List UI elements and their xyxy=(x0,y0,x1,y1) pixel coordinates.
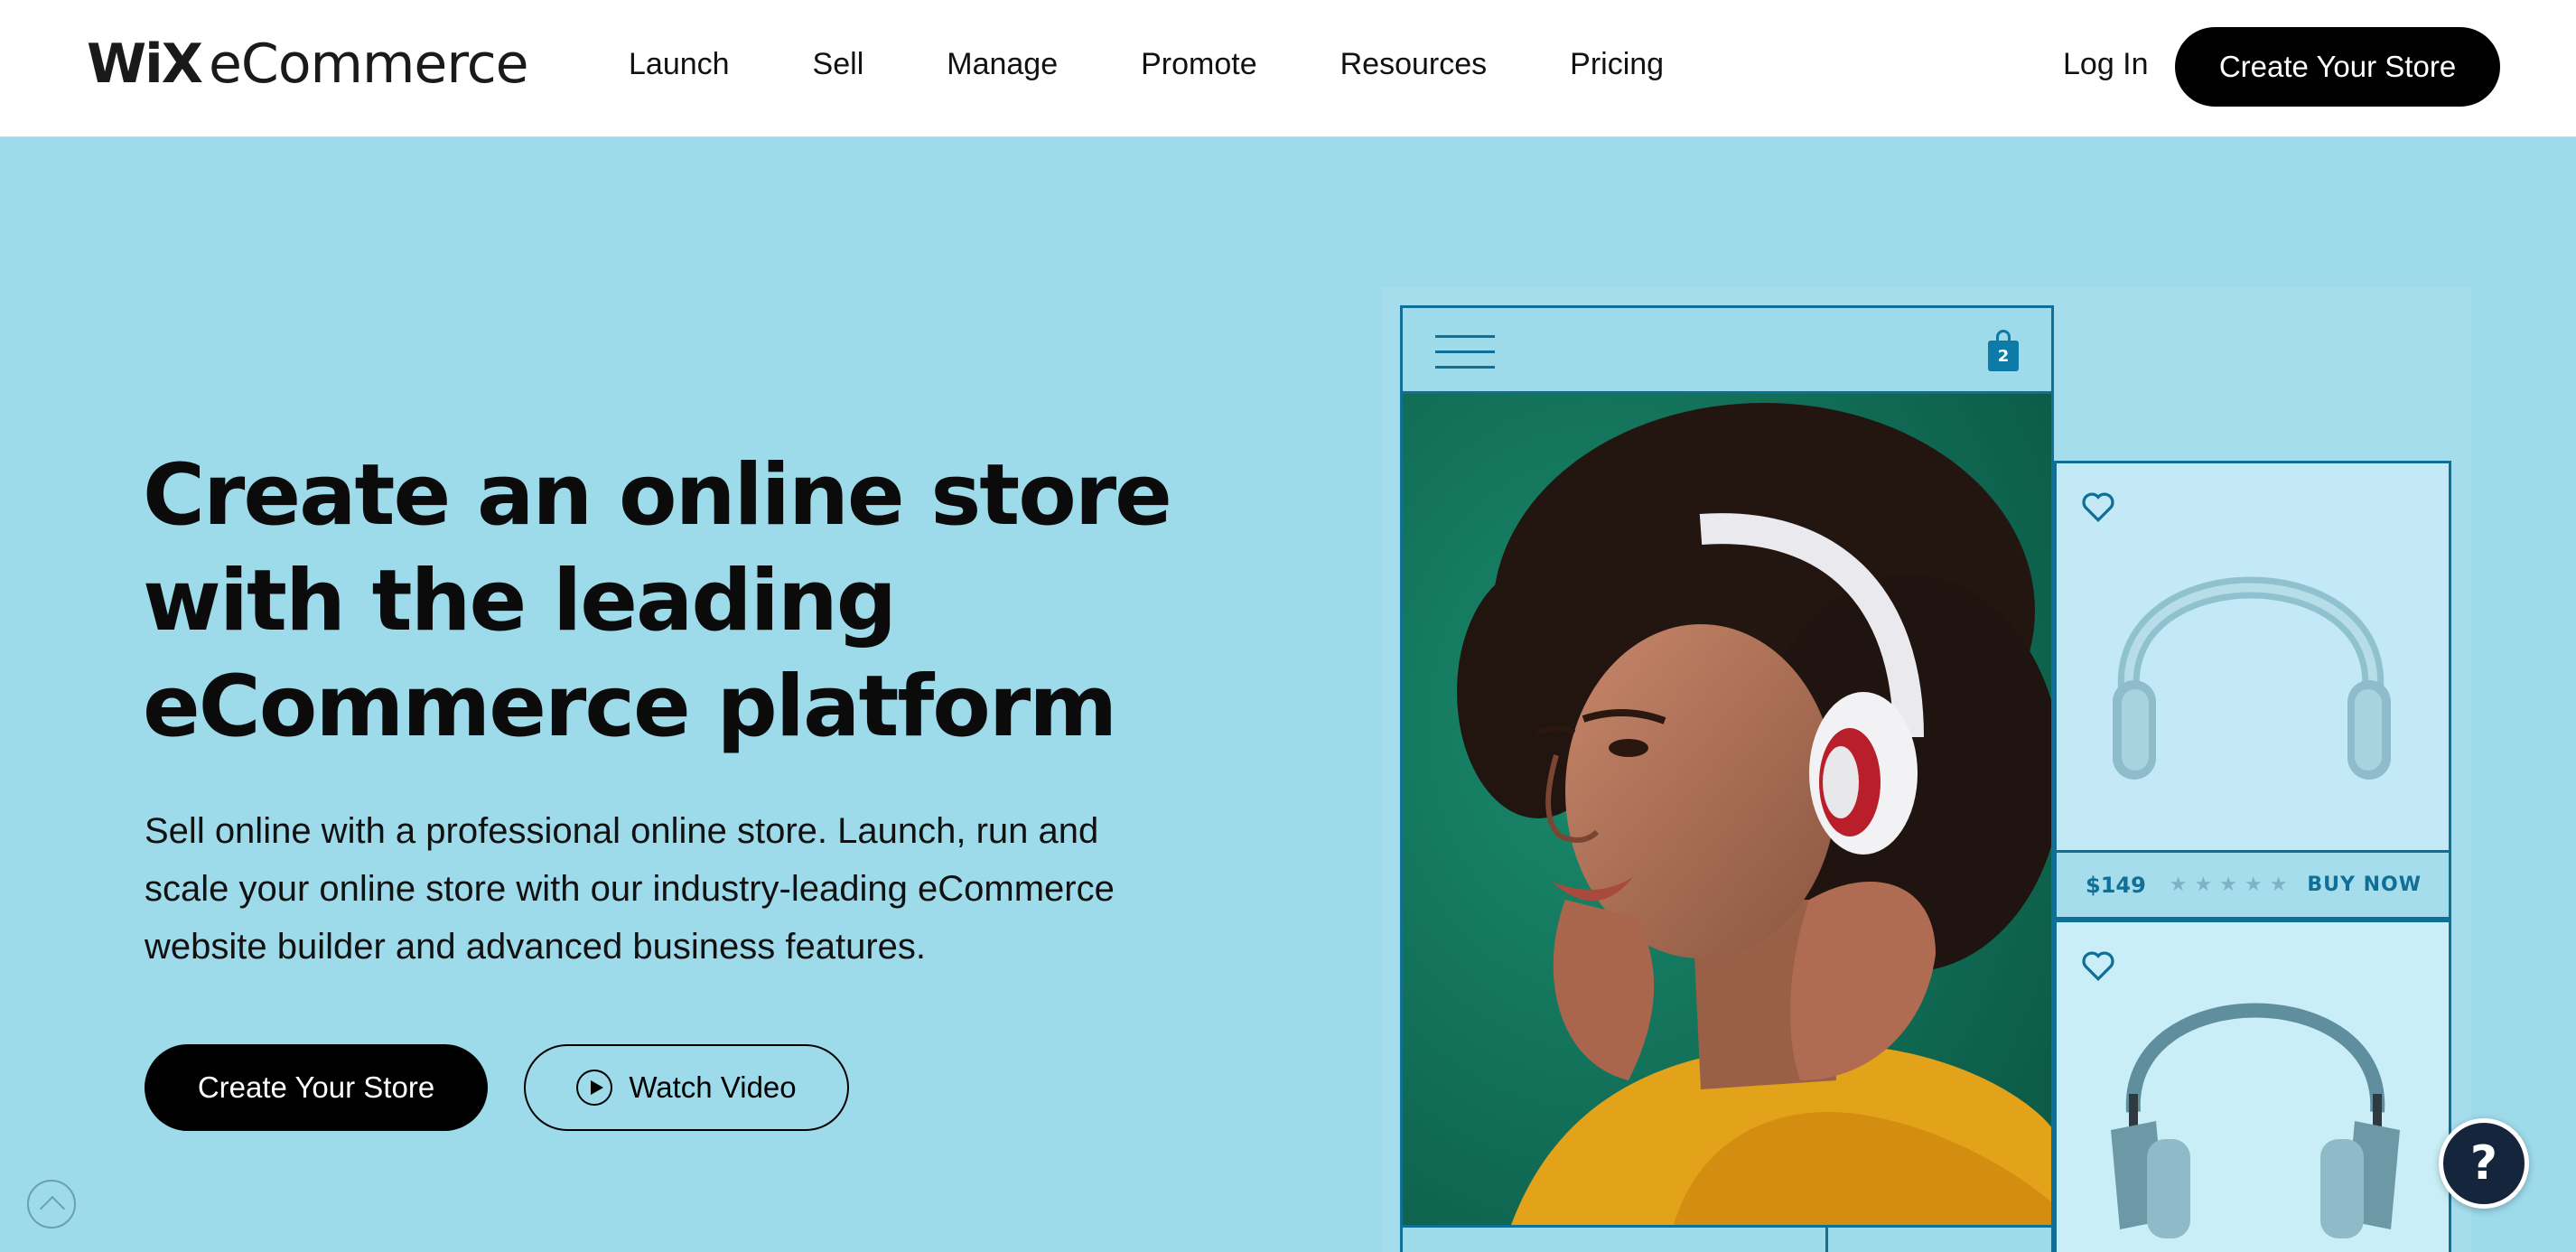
logo-product-text: eCommerce xyxy=(209,33,529,96)
product-price-row: $149 ★★★★★ BUY NOW xyxy=(2054,853,2451,920)
product-price: $149 xyxy=(2086,872,2146,898)
product-card[interactable] xyxy=(2054,461,2451,853)
nav-resources[interactable]: Resources xyxy=(1340,47,1488,82)
hero-title-line: eCommerce platform xyxy=(143,658,1117,756)
heart-icon[interactable] xyxy=(2080,491,2116,523)
site-header: WiX eCommerce Launch Sell Manage Promote… xyxy=(0,0,2576,137)
woman-with-headphones-image xyxy=(1400,394,2054,1225)
nav-promote[interactable]: Promote xyxy=(1141,47,1257,82)
hero-subtitle-line: scale your online store with our industr… xyxy=(145,869,1115,909)
hero-title: Create an online store with the leading … xyxy=(143,443,1317,760)
buy-now-button[interactable]: BUY NOW xyxy=(2307,874,2422,896)
hero-subtitle-line: website builder and advanced business fe… xyxy=(145,927,926,967)
scroll-to-top-icon[interactable] xyxy=(27,1180,76,1229)
mockup-store-header: 2 xyxy=(1400,305,2054,394)
hero-subtitle: Sell online with a professional online s… xyxy=(145,802,1228,976)
help-button[interactable]: ? xyxy=(2439,1118,2529,1209)
header-create-store-button[interactable]: Create Your Store xyxy=(2175,27,2500,107)
main-nav: Launch Sell Manage Promote Resources Pri… xyxy=(629,47,1747,82)
cart-count-badge: 2 xyxy=(1988,341,2019,371)
nav-sell[interactable]: Sell xyxy=(813,47,864,82)
shopping-bag-icon: 2 xyxy=(1988,330,2019,371)
hero-title-line: with the leading xyxy=(143,552,897,650)
product-card[interactable] xyxy=(2054,920,2451,1252)
star-rating-icon: ★★★★★ xyxy=(2169,874,2295,896)
wix-ecommerce-logo[interactable]: WiX eCommerce xyxy=(87,33,529,96)
nav-launch[interactable]: Launch xyxy=(629,47,730,82)
play-icon xyxy=(576,1070,613,1106)
heart-icon[interactable] xyxy=(2080,949,2116,982)
logo-wix-text: WiX xyxy=(87,33,203,96)
watch-video-label: Watch Video xyxy=(629,1070,797,1104)
login-link[interactable]: Log In xyxy=(2063,47,2149,82)
nav-manage[interactable]: Manage xyxy=(947,47,1058,82)
hero-subtitle-line: Sell online with a professional online s… xyxy=(145,811,1099,851)
hero-create-store-button[interactable]: Create Your Store xyxy=(145,1044,488,1131)
hamburger-menu-icon xyxy=(1435,335,1495,369)
nav-pricing[interactable]: Pricing xyxy=(1570,47,1664,82)
hero-title-line: Create an online store xyxy=(143,446,1172,545)
watch-video-button[interactable]: Watch Video xyxy=(524,1044,849,1131)
mockup-bottom-strip xyxy=(1400,1225,2054,1252)
